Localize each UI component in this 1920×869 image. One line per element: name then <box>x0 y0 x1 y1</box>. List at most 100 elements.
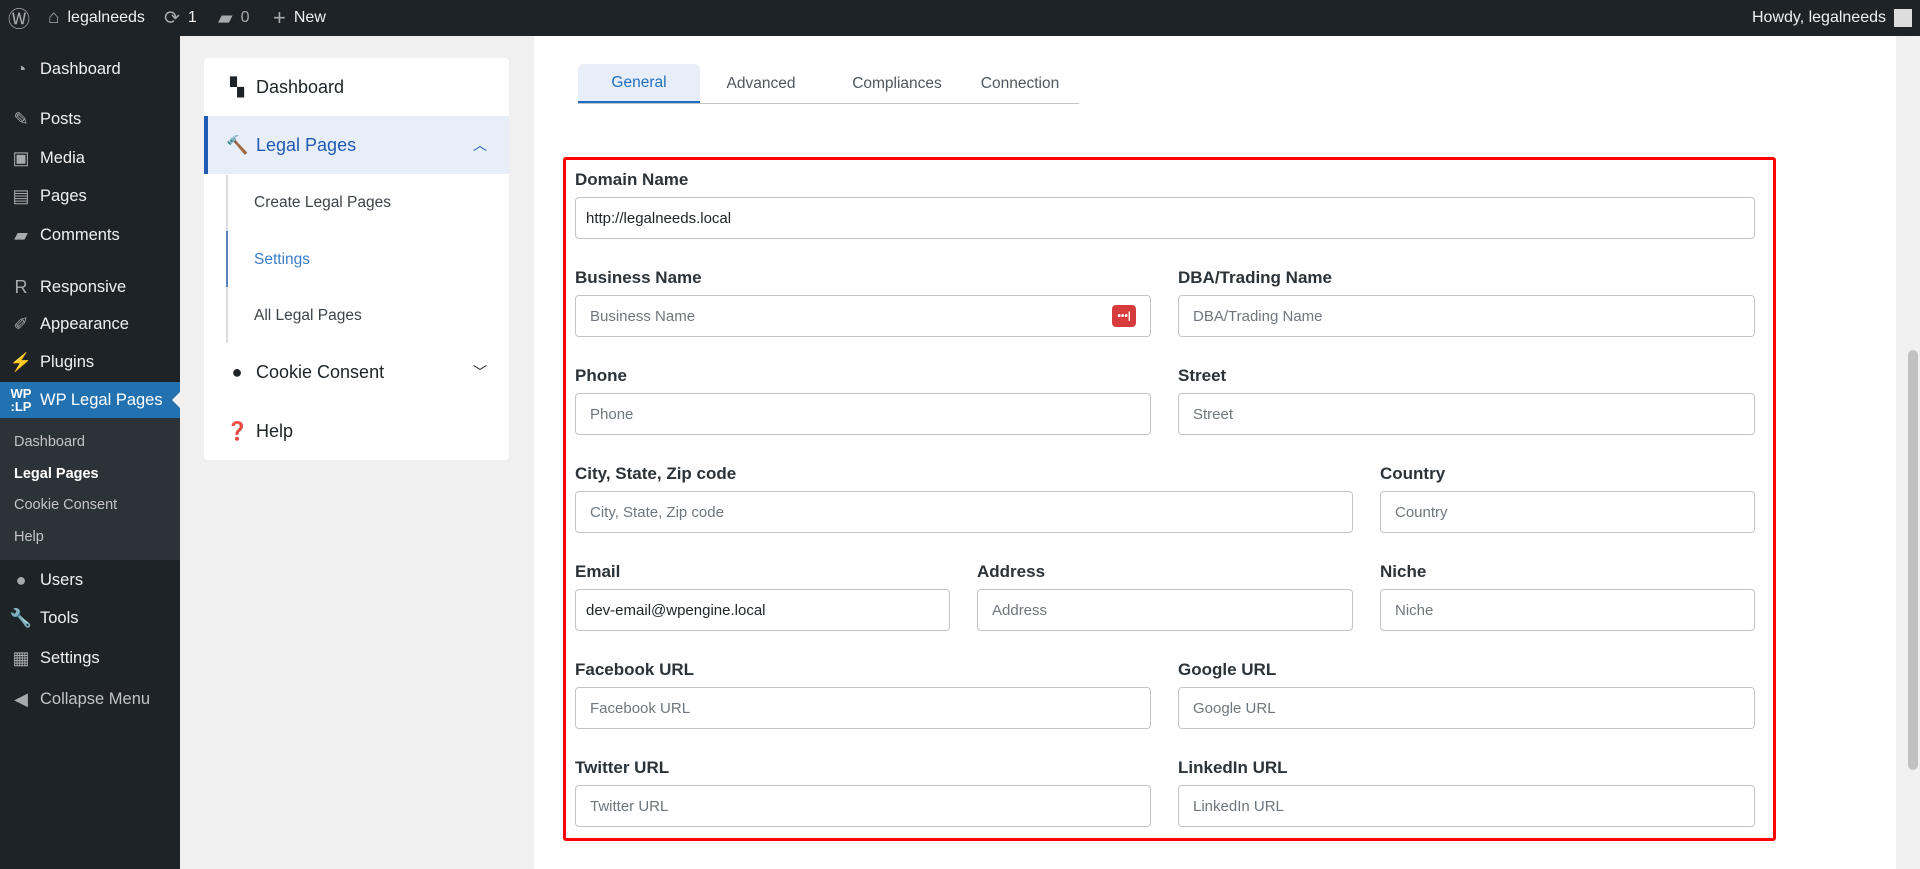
tab-divider <box>578 103 1079 104</box>
email-label: Email <box>575 562 621 581</box>
email-input[interactable]: dev-email@wpengine.local <box>575 589 950 631</box>
sidebar-item-pages[interactable]: ▤ Pages <box>0 178 180 214</box>
new-link[interactable]: + New <box>273 0 326 36</box>
domain-label: Domain Name <box>575 170 689 189</box>
wplp-icon: WP:LP <box>10 386 32 414</box>
refresh-icon: ⟳ <box>164 7 180 29</box>
sidebar-item-media[interactable]: ▣ Media <box>0 140 180 176</box>
submenu-item[interactable]: Legal Pages <box>14 466 99 482</box>
phone-input[interactable] <box>575 393 1151 435</box>
address-label: Address <box>977 562 1046 581</box>
media-icon: ▣ <box>12 147 30 168</box>
facebook-label: Facebook URL <box>575 660 695 679</box>
country-input[interactable] <box>1380 491 1755 533</box>
address-input[interactable] <box>977 589 1353 631</box>
linkedin-label: LinkedIn URL <box>1178 758 1288 777</box>
nav-create-legal-pages[interactable]: Create Legal Pages <box>254 194 391 212</box>
tab-advanced[interactable]: Advanced <box>700 64 822 104</box>
settings-icon: ▦ <box>12 647 30 668</box>
updates-link[interactable]: ⟳ 1 <box>164 0 197 36</box>
sidebar-item-wp-legal-pages[interactable]: WP:LP WP Legal Pages <box>0 382 180 418</box>
city-input[interactable] <box>575 491 1353 533</box>
street-label: Street <box>1178 366 1227 385</box>
submenu-item[interactable]: Dashboard <box>14 434 85 450</box>
niche-label: Niche <box>1380 562 1427 581</box>
help-icon: ❓ <box>226 420 249 441</box>
sidebar-item-responsive[interactable]: R Responsive <box>0 269 180 305</box>
sidebar-item-label: Posts <box>40 109 82 128</box>
sidebar-item-label: Media <box>40 148 85 167</box>
wordpress-logo-icon[interactable]: Ⓦ <box>8 0 30 36</box>
chevron-up-icon: ︿ <box>473 137 487 153</box>
sidebar-item-appearance[interactable]: ✐ Appearance <box>0 306 180 342</box>
sidebar-item-posts[interactable]: ✎ Posts <box>0 101 180 137</box>
comments-count: 0 <box>240 9 250 26</box>
sidebar-item-label: Settings <box>40 648 100 667</box>
nav-legal-pages[interactable]: 🔨 Legal Pages ︿ <box>204 116 509 174</box>
sidebar-item-label: Responsive <box>40 277 127 296</box>
sidebar-item-label: Pages <box>40 186 87 205</box>
domain-input[interactable]: http://legalneeds.local <box>575 197 1755 239</box>
nav-label: Help <box>256 420 294 441</box>
nav-label: Dashboard <box>256 76 345 97</box>
dba-label: DBA/Trading Name <box>1178 268 1332 287</box>
pages-icon: ▤ <box>12 185 30 206</box>
tab-connection[interactable]: Connection <box>960 64 1080 104</box>
tab-compliances[interactable]: Compliances <box>822 64 972 104</box>
home-icon: ⌂ <box>48 7 60 28</box>
plugin-icon: ⚡ <box>9 351 33 372</box>
comment-icon: ▰ <box>218 7 233 29</box>
sidebar-item-tools[interactable]: 🔧 Tools <box>0 600 180 636</box>
comment-icon: ▰ <box>14 224 28 245</box>
sidebar-item-comments[interactable]: ▰ Comments <box>0 217 180 253</box>
nav-cookie-consent[interactable]: ● Cookie Consent ﹀ <box>204 343 509 401</box>
street-input[interactable] <box>1178 393 1755 435</box>
sidebar-item-label: WP Legal Pages <box>40 390 163 409</box>
nav-settings[interactable]: Settings <box>254 251 310 269</box>
submenu-item[interactable]: Help <box>14 529 44 545</box>
tab-general[interactable]: General <box>578 64 700 104</box>
responsive-icon: R <box>14 276 28 297</box>
sidebar-item-label: Appearance <box>40 314 129 333</box>
submenu-item[interactable]: Cookie Consent <box>14 497 117 513</box>
pin-icon: ✎ <box>13 108 29 129</box>
nav-dashboard[interactable]: ▚ Dashboard <box>204 58 509 116</box>
sidebar-item-settings[interactable]: ▦ Settings <box>0 640 180 676</box>
sidebar-item-label: Plugins <box>40 352 95 371</box>
sidebar-item-collapse-menu[interactable]: ◀ Collapse Menu <box>0 681 180 717</box>
scrollbar-thumb[interactable] <box>1908 350 1918 770</box>
sidebar-item-plugins[interactable]: ⚡ Plugins <box>0 344 180 380</box>
sidebar-item-label: Comments <box>40 225 120 244</box>
business-input[interactable] <box>575 295 1151 337</box>
user-icon: ● <box>15 569 27 590</box>
admin-bar: Ⓦ ⌂ legalneeds ⟳ 1 ▰ 0 + New Howdy, legalnee… <box>0 0 1920 36</box>
comments-link[interactable]: ▰ 0 <box>218 0 250 36</box>
dba-input[interactable] <box>1178 295 1755 337</box>
google-label: Google URL <box>1178 660 1277 679</box>
sidebar-item-users[interactable]: ● Users <box>0 562 180 598</box>
twitter-label: Twitter URL <box>575 758 670 777</box>
site-link[interactable]: ⌂ legalneeds <box>48 0 145 36</box>
nav-label: Cookie Consent <box>256 361 385 382</box>
dashboard-icon: ◔ <box>15 58 27 79</box>
linkedin-input[interactable] <box>1178 785 1755 827</box>
nav-label: Legal Pages <box>256 134 357 155</box>
niche-input[interactable] <box>1380 589 1755 631</box>
country-label: Country <box>1380 464 1446 483</box>
nav-all-legal-pages[interactable]: All Legal Pages <box>254 307 362 325</box>
updates-count: 1 <box>187 9 197 26</box>
grid-icon: ▚ <box>230 76 244 97</box>
sidebar-item-label: Tools <box>40 608 79 627</box>
google-input[interactable] <box>1178 687 1755 729</box>
submenu-active-line <box>226 231 228 287</box>
phone-label: Phone <box>575 366 627 385</box>
new-label: New <box>293 9 326 26</box>
chevron-down-icon: ﹀ <box>473 364 487 380</box>
sidebar-item-dashboard[interactable]: ◔ Dashboard <box>0 51 180 87</box>
facebook-input[interactable] <box>575 687 1151 729</box>
plus-icon: + <box>273 5 286 30</box>
nav-help[interactable]: ❓ Help <box>204 402 509 460</box>
account-menu[interactable]: Howdy, legalneeds <box>1752 0 1912 36</box>
twitter-input[interactable] <box>575 785 1151 827</box>
password-manager-icon[interactable]: •••| <box>1112 305 1136 327</box>
